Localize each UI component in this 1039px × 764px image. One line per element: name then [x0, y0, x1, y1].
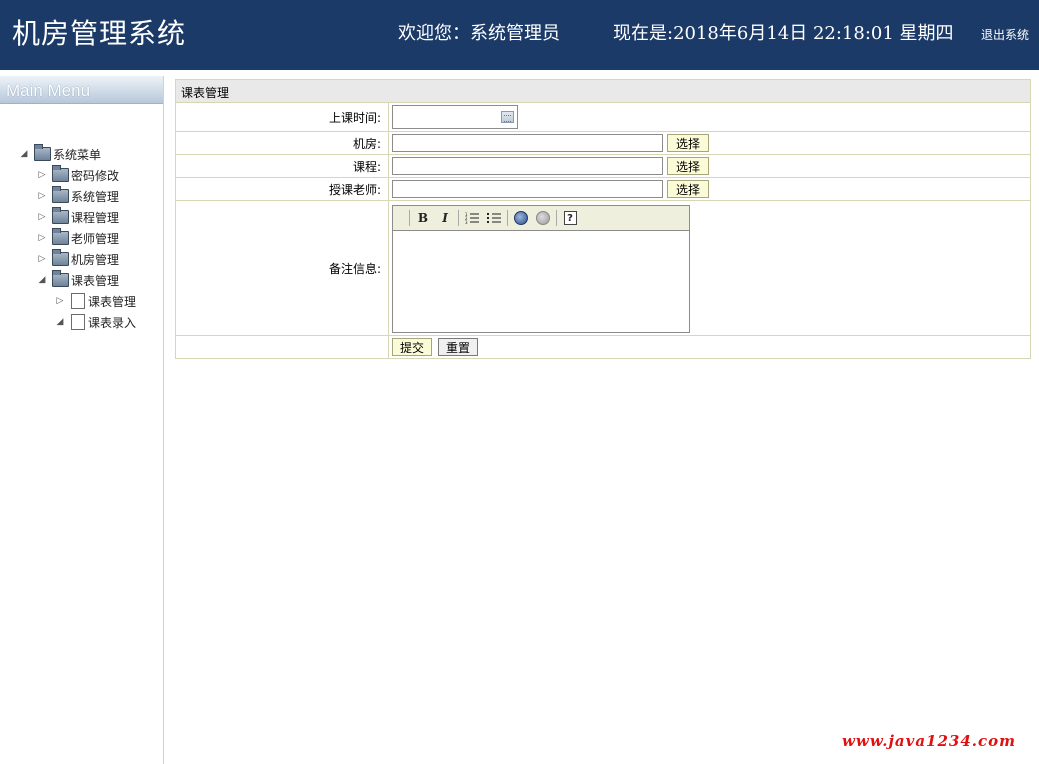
calendar-icon[interactable]: [501, 111, 514, 123]
sidebar: Main Menu ◢ 系统菜单 ▷ 密码修改 ▷ 系统管理 ▷ 课程管理 ▷ 老师管理 ▷ 机房管理…: [0, 76, 164, 764]
toolbar-separator: [458, 210, 459, 226]
collapsed-arrow-icon[interactable]: ▷: [36, 233, 48, 243]
folder-icon: [52, 207, 69, 224]
course-label: 课程:: [176, 155, 389, 177]
row-note: 备注信息: B I 123 ?: [176, 201, 1030, 336]
folder-icon: [52, 165, 69, 182]
teacher-input[interactable]: [392, 180, 663, 198]
help-icon[interactable]: ?: [559, 208, 581, 228]
page-icon: [71, 314, 85, 330]
class-time-input[interactable]: [392, 105, 518, 129]
toolbar-separator: [556, 210, 557, 226]
teacher-pick-button[interactable]: 选择: [667, 180, 709, 198]
menu-tree-label: 老师管理: [71, 231, 120, 246]
menu-tree-item[interactable]: ◢ 系统菜单: [18, 144, 101, 164]
italic-button[interactable]: I: [434, 208, 456, 228]
reset-button[interactable]: 重置: [438, 338, 479, 356]
menu-tree-item[interactable]: ▷ 课程管理: [36, 207, 119, 227]
folder-icon: [52, 228, 69, 245]
collapsed-arrow-icon[interactable]: ▷: [54, 296, 66, 306]
note-editor: B I 123 ?: [392, 205, 690, 333]
class-time-label: 上课时间:: [176, 103, 389, 131]
row-course: 课程: 选择: [176, 155, 1030, 178]
current-datetime: 现在是:2018年6月14日 22:18:01 星期四: [613, 23, 954, 44]
app-title: 机房管理系统: [12, 17, 187, 50]
course-input[interactable]: [392, 157, 663, 175]
collapsed-arrow-icon[interactable]: ▷: [36, 212, 48, 222]
svg-text:3: 3: [465, 220, 468, 224]
toolbar-separator: [507, 210, 508, 226]
collapsed-arrow-icon[interactable]: ▷: [36, 191, 48, 201]
collapsed-arrow-icon[interactable]: ▷: [36, 170, 48, 180]
teacher-label: 授课老师:: [176, 178, 389, 200]
menu-tree-label: 系统管理: [71, 189, 120, 204]
menu-tree-label: 系统菜单: [53, 147, 102, 162]
note-textarea[interactable]: [393, 231, 689, 331]
menu-tree-label: 课表管理: [71, 273, 120, 288]
folder-icon: [52, 270, 69, 287]
menu-tree-item[interactable]: ▷ 课表管理: [54, 291, 136, 311]
schedule-form-panel: 课表管理 上课时间: 机房: 选择 课程: 选择 授课老师: 选择 备注信息:: [175, 79, 1031, 359]
row-class-time: 上课时间:: [176, 103, 1030, 132]
page-icon: [71, 293, 85, 309]
menu-tree-item[interactable]: ▷ 老师管理: [36, 228, 119, 248]
note-label: 备注信息:: [176, 201, 389, 335]
menu-tree-label: 机房管理: [71, 252, 120, 267]
panel-title: 课表管理: [176, 80, 1030, 103]
insert-link-icon[interactable]: [510, 208, 532, 228]
ordered-list-icon[interactable]: 123: [461, 208, 483, 228]
row-actions: 提交 重置: [176, 336, 1030, 358]
collapsed-arrow-icon[interactable]: ▷: [36, 254, 48, 264]
remove-link-icon[interactable]: [532, 208, 554, 228]
room-label: 机房:: [176, 132, 389, 154]
menu-tree-label: 课程管理: [71, 210, 120, 225]
expanded-arrow-icon[interactable]: ◢: [36, 275, 48, 285]
menu-tree-item[interactable]: ▷ 机房管理: [36, 249, 119, 269]
folder-icon: [52, 249, 69, 266]
logout-link[interactable]: 退出系统: [981, 26, 1029, 43]
menu-tree-item[interactable]: ▷ 密码修改: [36, 165, 119, 185]
toolbar-separator: [409, 210, 410, 226]
menu-tree-item[interactable]: ▷ 系统管理: [36, 186, 119, 206]
bold-button[interactable]: B: [412, 208, 434, 228]
room-input[interactable]: [392, 134, 663, 152]
folder-icon: [52, 186, 69, 203]
main-menu-title: Main Menu: [0, 76, 163, 104]
unordered-list-icon[interactable]: [483, 208, 505, 228]
room-pick-button[interactable]: 选择: [667, 134, 709, 152]
menu-tree-label: 密码修改: [71, 168, 120, 183]
menu-tree-label: 课表管理: [88, 294, 137, 309]
expanded-arrow-icon[interactable]: ◢: [54, 317, 66, 327]
row-room: 机房: 选择: [176, 132, 1030, 155]
course-pick-button[interactable]: 选择: [667, 157, 709, 175]
welcome-text: 欢迎您：系统管理员: [398, 23, 560, 44]
menu-tree-item[interactable]: ◢ 课表录入: [54, 312, 136, 332]
menu-tree-item[interactable]: ◢ 课表管理: [36, 270, 119, 290]
row-teacher: 授课老师: 选择: [176, 178, 1030, 201]
submit-button[interactable]: 提交: [392, 338, 433, 356]
menu-tree-label: 课表录入: [88, 315, 137, 330]
folder-icon: [34, 144, 51, 161]
top-header: 机房管理系统 欢迎您：系统管理员 现在是:2018年6月14日 22:18:01…: [0, 0, 1039, 70]
editor-toolbar: B I 123 ?: [393, 206, 689, 231]
watermark: www.java1234.com: [842, 732, 1017, 750]
expanded-arrow-icon[interactable]: ◢: [18, 149, 30, 159]
